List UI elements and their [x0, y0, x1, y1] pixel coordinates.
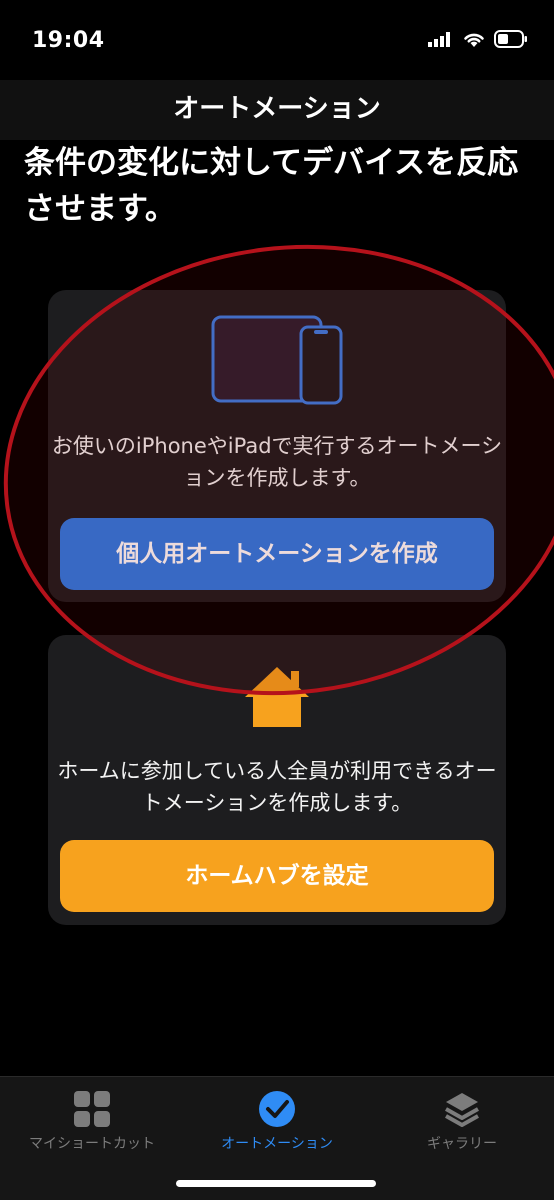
status-bar: 19:04	[0, 0, 554, 80]
wifi-icon	[464, 33, 484, 47]
tab-label: マイショートカット	[29, 1136, 155, 1152]
grid-icon	[74, 1091, 110, 1127]
home-indicator	[176, 1180, 376, 1187]
personal-automation-card: お使いのiPhoneやiPadで実行するオートメーションを作成します。 個人用オ…	[48, 290, 506, 602]
personal-automation-description: お使いのiPhoneやiPadで実行するオートメーションを作成します。	[51, 434, 503, 490]
home-icon	[245, 667, 309, 727]
tab-my-shortcuts[interactable]: マイショートカット	[0, 1089, 184, 1153]
header-description: 条件の変化に対してデバイスを反応させます。	[24, 145, 519, 227]
status-icons	[428, 30, 528, 48]
home-automation-description: ホームに参加している人全員が利用できるオートメーションを作成します。	[57, 759, 497, 815]
tab-label: オートメーション	[221, 1136, 333, 1152]
cellular-signal-icon	[428, 32, 450, 47]
tab-gallery[interactable]: ギャラリー	[370, 1089, 554, 1153]
home-automation-card: ホームに参加している人全員が利用できるオートメーションを作成します。 ホームハブ…	[48, 635, 506, 925]
tab-label: ギャラリー	[427, 1136, 497, 1152]
tab-automation[interactable]: オートメーション	[185, 1089, 369, 1153]
iphone-ipad-icon	[211, 315, 343, 405]
navigation-bar: オートメーション	[0, 80, 554, 140]
create-personal-automation-button[interactable]: 個人用オートメーションを作成	[60, 518, 494, 590]
battery-icon	[494, 30, 527, 48]
layers-icon	[445, 1093, 479, 1127]
status-time: 19:04	[32, 28, 105, 53]
setup-home-hub-button[interactable]: ホームハブを設定	[60, 840, 494, 912]
clock-check-icon	[259, 1091, 295, 1127]
page-title: オートメーション	[173, 94, 381, 124]
